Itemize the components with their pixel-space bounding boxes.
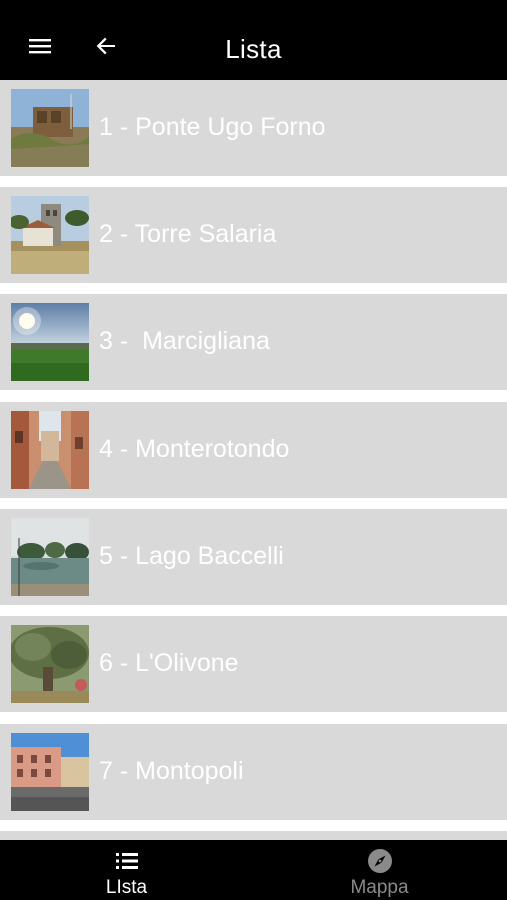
list-item[interactable]: 4 - Monterotondo [0,402,507,498]
list-item[interactable]: 5 - Lago Baccelli [0,509,507,605]
list-item[interactable]: 3 - Marcigliana [0,294,507,390]
bottom-tab-bar: LIsta Mappa [0,840,507,900]
lake-trees-photo [11,518,89,596]
list-item-label: 5 - Lago Baccelli [99,542,284,570]
app-header: Lista [0,0,507,80]
green-field-sunset-photo [11,303,89,381]
tab-lista-label: LIsta [105,877,148,898]
tab-mappa[interactable]: Mappa [253,840,506,900]
tab-mappa-label: Mappa [350,877,409,898]
narrow-street-photo [11,411,89,489]
list-item[interactable]: 7 - Montopoli [0,724,507,820]
tab-lista[interactable]: LIsta [0,840,253,900]
list-item-label: 1 - Ponte Ugo Forno [99,113,326,141]
list-item-label: 3 - Marcigliana [99,327,270,355]
list-icon [114,848,140,874]
list-item-label: 4 - Monterotondo [99,435,290,463]
stone-tower-photo [11,196,89,274]
list-item[interactable] [0,831,507,840]
list-item-label: 6 - L'Olivone [99,649,239,677]
town-square-photo [11,733,89,811]
list-item-label: 2 - Torre Salaria [99,220,277,248]
places-list[interactable]: 1 - Ponte Ugo Forno 2 - Torre Salaria 3 … [0,80,507,840]
list-item-label: 7 - Montopoli [99,757,244,785]
list-item[interactable]: 6 - L'Olivone [0,616,507,712]
bridge-ruins-photo [11,89,89,167]
list-item[interactable]: 2 - Torre Salaria [0,187,507,283]
page-title: Lista [225,34,282,64]
list-item[interactable]: 1 - Ponte Ugo Forno [0,80,507,176]
olive-tree-photo [11,625,89,703]
compass-icon [367,848,393,874]
